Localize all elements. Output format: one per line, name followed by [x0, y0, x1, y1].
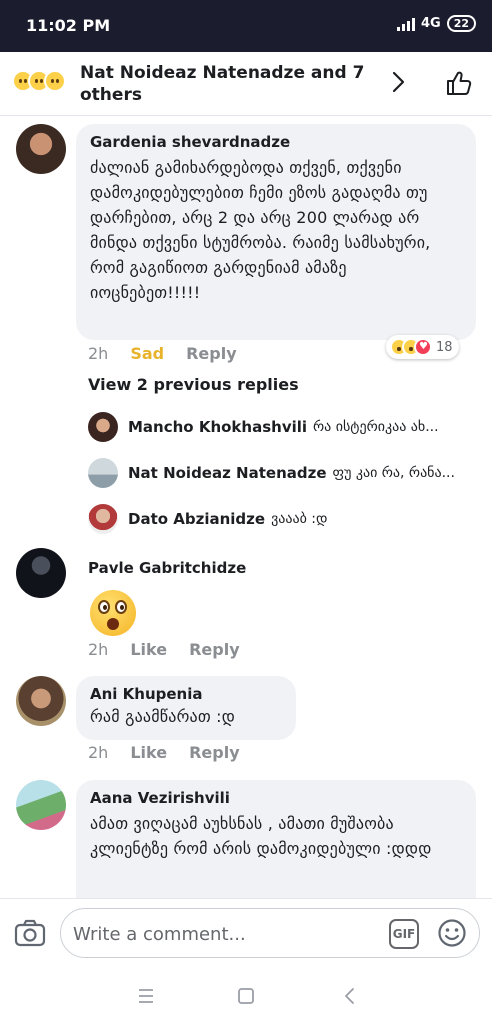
reply-button[interactable]: Reply — [189, 743, 240, 762]
status-bar: 11:02 PM 4G 22 — [0, 0, 492, 52]
view-previous-replies[interactable]: View 2 previous replies — [88, 375, 299, 394]
comment-author[interactable]: Aana Vezirishvili — [90, 788, 462, 808]
like-thumb-icon[interactable] — [444, 68, 474, 98]
reply-text: ფუ კაი რა, რანა... — [332, 465, 455, 481]
reply-text: ვაააბ :დ — [271, 511, 328, 527]
avatar[interactable] — [16, 548, 66, 598]
wow-emoji-icon — [90, 590, 136, 636]
comment-actions: 2h Like Reply — [88, 640, 240, 659]
avatar[interactable] — [88, 458, 118, 488]
status-time: 11:02 PM — [26, 16, 111, 35]
comment-text: რამ გაამწარათ :დ — [90, 707, 236, 726]
reaction-button[interactable]: Sad — [130, 344, 164, 363]
comment-input-box[interactable]: GIF — [60, 908, 480, 958]
reaction-summary[interactable] — [12, 70, 66, 92]
reply-author[interactable]: Mancho Khokhashvili — [128, 418, 307, 436]
comment-input[interactable] — [73, 919, 373, 949]
comment-bubble[interactable]: Ani Khupenia რამ გაამწარათ :დ — [76, 676, 296, 740]
love-icon — [414, 338, 432, 356]
comment-time: 2h — [88, 344, 109, 363]
comment-actions: 2h Like Reply — [88, 743, 240, 762]
comment-bubble[interactable]: Aana Vezirishvili ამათ ვიღაცამ აუხსნას ,… — [76, 780, 476, 898]
battery-icon: 22 — [446, 15, 476, 32]
comments-header: Nat Noideaz Natenadze and 7 others — [0, 52, 492, 116]
reply-row[interactable]: Mancho Khokhashvili რა ისტერიკაა ახ... — [88, 411, 478, 443]
comment-time: 2h — [88, 743, 109, 762]
avatar[interactable] — [16, 676, 66, 726]
comment-author[interactable]: Pavle Gabritchidze — [88, 558, 246, 578]
avatar[interactable] — [88, 412, 118, 442]
like-button[interactable]: Like — [130, 743, 167, 762]
comment-time: 2h — [88, 640, 109, 659]
avatar[interactable] — [88, 504, 118, 534]
like-button[interactable]: Like — [130, 640, 167, 659]
reply-button[interactable]: Reply — [186, 344, 237, 363]
network-type: 4G — [420, 16, 441, 31]
back-icon[interactable] — [336, 982, 364, 1010]
chevron-right-icon[interactable] — [386, 70, 410, 94]
camera-icon[interactable] — [14, 919, 46, 947]
home-icon[interactable] — [232, 982, 260, 1010]
comment-actions: 2h Sad Reply — [88, 344, 237, 363]
reply-author[interactable]: Nat Noideaz Natenadze — [128, 464, 327, 482]
battery-level: 22 — [453, 17, 469, 30]
reaction-count: 18 — [436, 339, 453, 355]
avatar[interactable] — [16, 124, 66, 174]
comment-author[interactable]: Gardenia shevardnadze — [90, 132, 462, 152]
reply-row[interactable]: Nat Noideaz Natenadze ფუ კაი რა, რანა... — [88, 457, 478, 489]
emoji-picker-icon[interactable] — [437, 918, 467, 948]
signal-icon — [396, 17, 415, 31]
reply-row[interactable]: Dato Abzianidze ვაააბ :დ — [88, 503, 478, 535]
reaction-count-pill[interactable]: 18 — [386, 335, 459, 359]
sad-icon — [44, 70, 66, 92]
reactors-title[interactable]: Nat Noideaz Natenadze and 7 others — [80, 62, 370, 106]
reply-author[interactable]: Dato Abzianidze — [128, 510, 265, 528]
comment-composer: GIF — [0, 898, 492, 968]
menu-icon[interactable] — [132, 982, 160, 1010]
comment-author[interactable]: Ani Khupenia — [90, 684, 282, 704]
avatar[interactable] — [16, 780, 66, 830]
status-indicators: 4G 22 — [396, 15, 476, 32]
comment-bubble[interactable]: Gardenia shevardnadze ძალიან გამიხარდებო… — [76, 124, 476, 340]
reply-text: რა ისტერიკაა ახ... — [313, 419, 439, 435]
comment-text: ამათ ვიღაცამ აუხსნას , ამათი მუშაობა კლი… — [90, 814, 432, 858]
reply-button[interactable]: Reply — [189, 640, 240, 659]
gif-button[interactable]: GIF — [389, 919, 419, 949]
comment-text: ძალიან გამიხარდებოდა თქვენ, თქვენი დამოკ… — [90, 158, 431, 302]
system-nav-bar — [0, 968, 492, 1024]
